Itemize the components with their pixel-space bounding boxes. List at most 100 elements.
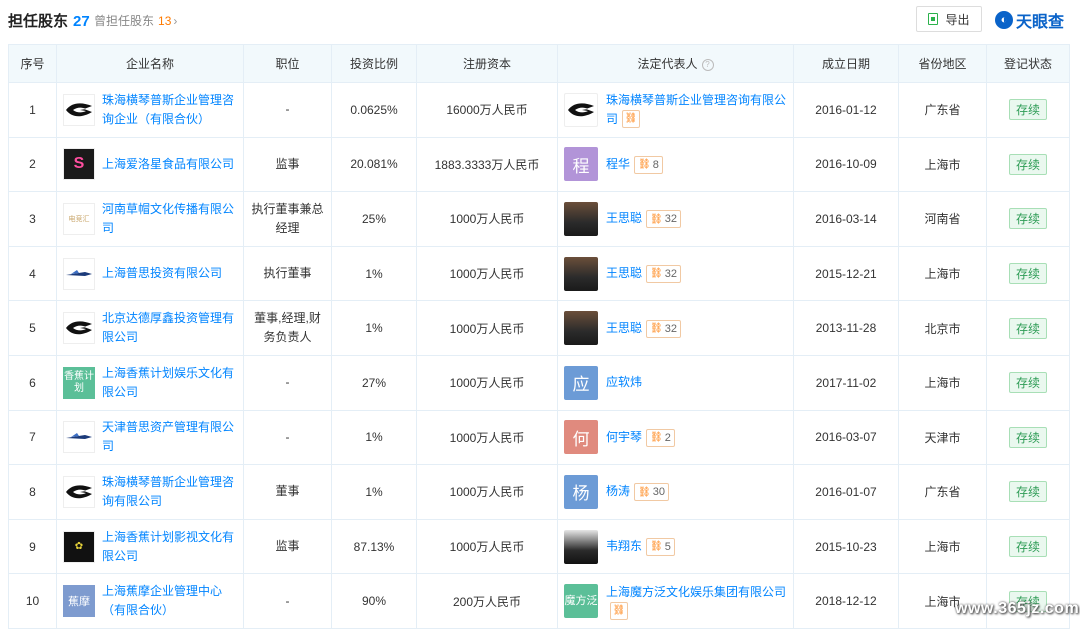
table-row: 9 ✿ 上海香蕉计划影视文化有限公司 监事 87.13% 1000万人民币 韦翔东 ⛓ 5 201…: [8, 518, 1070, 575]
company-link[interactable]: 上海普思投资有限公司: [102, 264, 222, 283]
cell-status: 存续: [986, 518, 1070, 575]
cell-date: 2016-01-12: [793, 82, 899, 138]
cell-ratio: 1%: [331, 409, 417, 466]
relation-badge[interactable]: ⛓ 32: [646, 264, 681, 283]
status-badge: 存续: [1008, 263, 1047, 285]
relation-badge[interactable]: ⛓ 32: [646, 319, 681, 338]
brand-logo[interactable]: ◐ 天眼查: [995, 8, 1064, 32]
legal-rep-link[interactable]: 程华: [606, 157, 630, 171]
cell-ratio: 0.0625%: [331, 82, 417, 138]
company-link[interactable]: 北京达德厚鑫投资管理有限公司: [102, 309, 242, 347]
company-link[interactable]: 河南草帽文化传播有限公司: [102, 200, 242, 238]
legal-rep-link[interactable]: 王思聪: [606, 211, 642, 225]
tab-current-shareholder[interactable]: 担任股东 27: [8, 10, 90, 31]
rep-avatar-photo[interactable]: [564, 311, 598, 346]
legal-rep-link[interactable]: 韦翔东: [606, 539, 642, 553]
cell-capital: 200万人民币: [416, 573, 558, 629]
cell-status: 存续: [986, 191, 1070, 247]
col-header-status: 登记状态: [986, 44, 1070, 83]
rep-avatar[interactable]: 魔方泛: [564, 584, 598, 619]
cell-index: 1: [8, 82, 57, 138]
rep-avatar-bird-icon[interactable]: [564, 92, 598, 127]
relation-badge[interactable]: ⛓ 30: [634, 483, 669, 502]
relation-icon[interactable]: ⛓: [610, 601, 628, 620]
relation-count: 30: [652, 486, 665, 499]
company-link[interactable]: 上海爱洛星食品有限公司: [102, 155, 234, 174]
legal-rep-link[interactable]: 何宇琴: [606, 430, 642, 444]
cell-capital: 1000万人民币: [416, 409, 558, 466]
company-link[interactable]: 上海香蕉计划影视文化有限公司: [102, 528, 242, 566]
legal-rep-link[interactable]: 王思聪: [606, 266, 642, 280]
relation-badge[interactable]: ⛓ 8: [634, 155, 663, 174]
cell-position: 董事,经理,财务负责人: [243, 300, 332, 356]
tab-former-shareholder[interactable]: 曾担任股东 13 ›: [94, 12, 177, 29]
relation-badge[interactable]: ⛓ 32: [646, 210, 681, 229]
cell-legal-rep: 杨杨涛 ⛓ 30: [557, 464, 794, 520]
cell-index: 9: [8, 518, 57, 575]
cell-index: 5: [8, 300, 57, 356]
tab-current-count: 27: [73, 13, 90, 30]
rep-avatar-photo[interactable]: [564, 256, 598, 291]
col-header-legal-rep: 法定代表人?: [557, 44, 794, 83]
relation-badge[interactable]: ⛓ 5: [646, 537, 675, 556]
rep-avatar[interactable]: 程: [564, 147, 598, 182]
cell-capital: 16000万人民币: [416, 82, 558, 138]
cell-company: 珠海横琴普斯企业管理咨询企业（有限合伙）: [56, 82, 244, 138]
legal-rep-link[interactable]: 王思聪: [606, 321, 642, 335]
export-label: 导出: [945, 12, 970, 27]
rep-avatar-photo[interactable]: [564, 529, 598, 564]
rep-avatar[interactable]: 应: [564, 365, 598, 400]
company-logo-bird-icon: [63, 475, 95, 508]
cell-region: 河南省: [898, 191, 987, 247]
cell-legal-rep: 程程华 ⛓ 8: [557, 136, 794, 193]
col-header-capital: 注册资本: [416, 44, 558, 83]
company-logo: 蕉摩: [63, 585, 95, 618]
cell-date: 2016-01-07: [793, 464, 899, 520]
rep-avatar[interactable]: 杨: [564, 474, 598, 509]
company-link[interactable]: 珠海横琴普斯企业管理咨询企业（有限合伙）: [102, 91, 242, 129]
cell-date: 2016-03-14: [793, 191, 899, 247]
legal-rep-link[interactable]: 应软炜: [606, 375, 642, 389]
cell-company: 珠海横琴普斯企业管理咨询有限公司: [56, 464, 244, 520]
relation-count: 5: [664, 540, 671, 553]
cell-index: 6: [8, 354, 57, 411]
relation-count: 32: [664, 213, 677, 226]
status-badge: 存续: [1008, 481, 1047, 503]
cell-legal-rep: 何何宇琴 ⛓ 2: [557, 409, 794, 466]
cell-capital: 1000万人民币: [416, 191, 558, 247]
company-logo-bird-icon: [63, 312, 95, 345]
cell-ratio: 20.081%: [331, 136, 417, 193]
relation-badge[interactable]: ⛓ 2: [646, 428, 675, 447]
cell-company: 北京达德厚鑫投资管理有限公司: [56, 300, 244, 356]
relation-icon: ⛓: [638, 159, 651, 171]
rep-avatar-photo[interactable]: [564, 201, 598, 236]
relation-icon[interactable]: ⛓: [622, 109, 641, 128]
cell-legal-rep: 应应软炜: [557, 354, 794, 411]
table-row: 3 电竞汇 河南草帽文化传播有限公司 执行董事兼总经理 25% 1000万人民币 王思聪 ⛓ 3…: [8, 191, 1070, 247]
relation-icon: ⛓: [650, 213, 663, 225]
brand-name: 天眼查: [1016, 14, 1065, 31]
relation-count: 2: [664, 431, 671, 444]
watermark: www.365jz.com: [955, 600, 1080, 617]
company-link[interactable]: 珠海横琴普斯企业管理咨询有限公司: [102, 473, 242, 511]
rep-avatar[interactable]: 何: [564, 420, 598, 455]
company-link[interactable]: 天津普思资产管理有限公司: [102, 418, 242, 456]
chevron-right-icon: ›: [173, 14, 178, 28]
status-badge: 存续: [1008, 208, 1047, 230]
table-row: 7 天津普思资产管理有限公司 -1% 1000万人民币何何宇琴 ⛓ 2 2016-03-07…: [8, 409, 1070, 466]
export-button[interactable]: 导出: [916, 6, 982, 32]
table-row: 6 香蕉计划 上海香蕉计划娱乐文化有限公司 -27% 1000万人民币应应软炜 2017-…: [8, 354, 1070, 411]
table-row: 5 北京达德厚鑫投资管理有限公司 董事,经理,财务负责人 1% 1000万人民币 王思聪 ⛓…: [8, 300, 1070, 356]
company-logo: 电竞汇: [63, 202, 95, 235]
legal-rep-link[interactable]: 杨涛: [606, 484, 630, 498]
cell-legal-rep: 王思聪 ⛓ 32: [557, 245, 794, 302]
cell-status: 存续: [986, 354, 1070, 411]
company-link[interactable]: 上海香蕉计划娱乐文化有限公司: [102, 364, 242, 402]
relation-count: 8: [652, 158, 659, 171]
help-icon[interactable]: ?: [701, 58, 714, 71]
cell-status: 存续: [986, 245, 1070, 302]
cell-status: 存续: [986, 82, 1070, 138]
cell-region: 广东省: [898, 82, 987, 138]
legal-rep-link[interactable]: 上海魔方泛文化娱乐集团有限公司: [606, 585, 786, 599]
company-link[interactable]: 上海蕉摩企业管理中心（有限合伙）: [102, 582, 242, 620]
